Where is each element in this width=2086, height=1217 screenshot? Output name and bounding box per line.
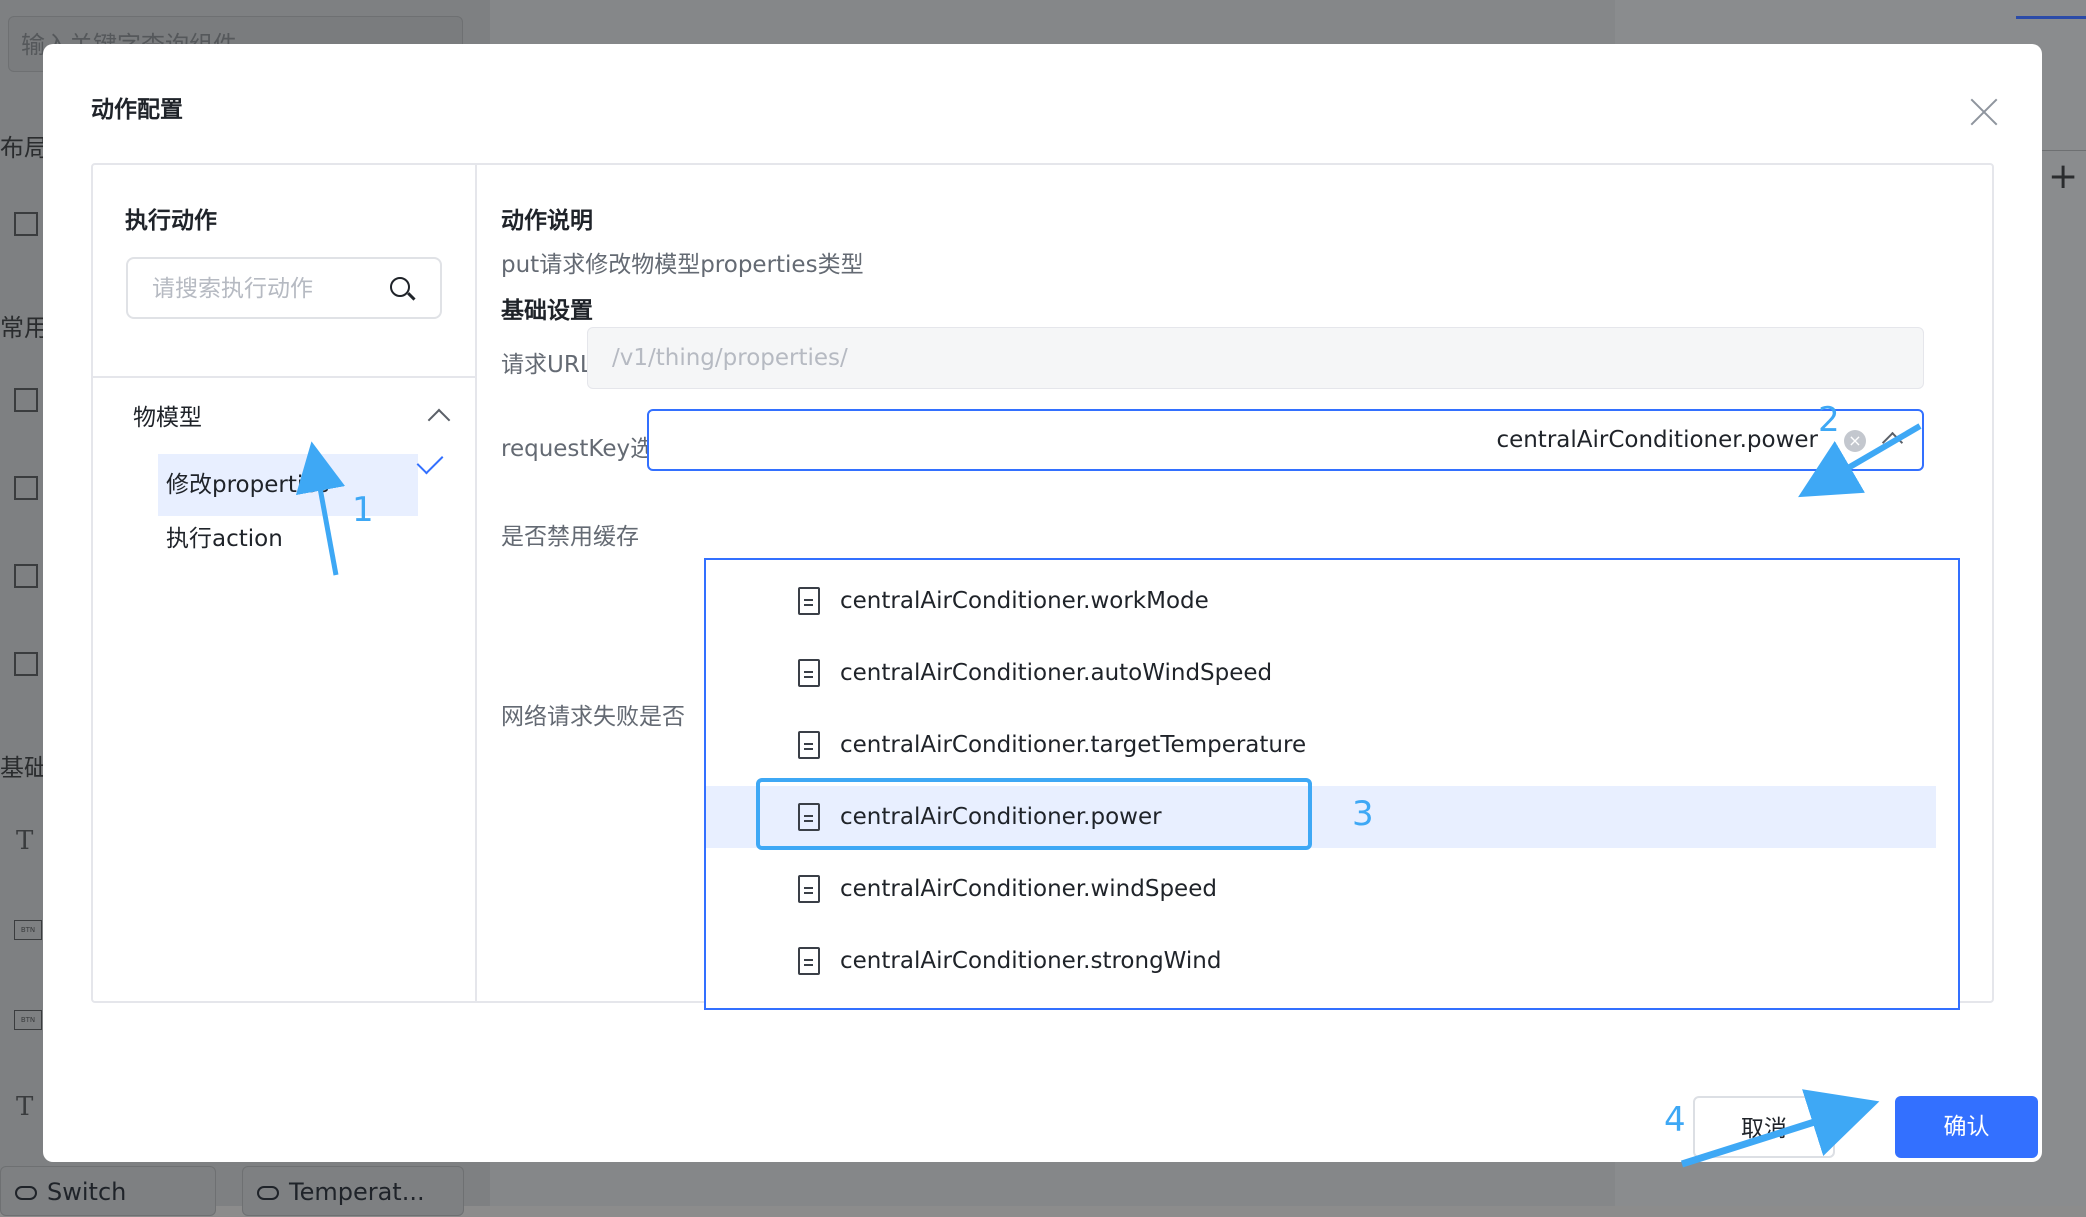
dropdown-option[interactable]: centralAirConditioner.workMode (706, 570, 1936, 632)
close-icon[interactable] (1964, 92, 2004, 132)
description-text: put请求修改物模型properties类型 (501, 252, 864, 278)
background-plus-icon: + (2048, 156, 2079, 197)
chevron-up-icon[interactable] (1881, 431, 1904, 454)
highlight-box (756, 778, 1312, 850)
action-item-modify-properties[interactable]: 修改properties (158, 454, 418, 516)
dropdown-option[interactable]: centralAirConditioner.targetTemperature (706, 714, 1936, 776)
annotation-step-4: 4 (1664, 1100, 1686, 1140)
action-list-heading: 执行动作 (125, 208, 217, 234)
cancel-button[interactable]: 取消 (1693, 1096, 1835, 1158)
background-component-icon (14, 564, 38, 588)
document-icon (798, 875, 820, 903)
request-key-select[interactable]: centralAirConditioner.power × (647, 409, 1924, 471)
confirm-button[interactable]: 确认 (1895, 1096, 2038, 1158)
document-icon (798, 587, 820, 615)
url-field[interactable]: /v1/thing/properties/ (587, 327, 1924, 389)
basic-settings-title: 基础设置 (501, 298, 593, 324)
background-text-icon: T (16, 1092, 34, 1122)
dropdown-option[interactable]: centralAirConditioner.windSpeed (706, 858, 1936, 920)
dialog-title: 动作配置 (91, 97, 183, 123)
clear-icon[interactable]: × (1844, 430, 1866, 452)
search-icon[interactable] (390, 277, 410, 297)
background-chip-switch: Switch (0, 1166, 216, 1216)
background-section-basic: 基础 (0, 754, 48, 782)
document-icon (798, 659, 820, 687)
background-text-icon: T (16, 826, 34, 856)
eye-icon (257, 1186, 279, 1200)
annotation-step-1: 1 (352, 490, 374, 530)
dropdown-option[interactable]: centralAirConditioner.autoWindSpeed (706, 642, 1936, 704)
check-icon (416, 447, 444, 475)
background-component-icon (14, 388, 38, 412)
request-key-value: centralAirConditioner.power (1496, 427, 1818, 453)
action-search-input[interactable] (150, 259, 384, 319)
divider (93, 376, 475, 378)
action-item-execute-action[interactable]: 执行action (158, 508, 418, 570)
url-label: 请求URL (501, 352, 593, 378)
background-button-icon: BTN (14, 1010, 42, 1030)
background-chip-temperature: Temperat... (242, 1166, 464, 1216)
document-icon (798, 947, 820, 975)
chevron-up-icon (427, 408, 451, 432)
group-label: 物模型 (133, 405, 202, 431)
description-title: 动作说明 (501, 208, 593, 234)
background-component-icon (14, 476, 38, 500)
group-thing-model[interactable]: 物模型 (133, 398, 463, 438)
network-fail-label: 网络请求失败是否 (501, 704, 685, 730)
annotation-step-3: 3 (1352, 794, 1374, 834)
background-component-icon (14, 652, 38, 676)
background-button-icon: BTN (14, 920, 42, 940)
action-search-box (126, 257, 442, 319)
document-icon (798, 731, 820, 759)
annotation-step-2: 2 (1818, 400, 1840, 440)
dropdown-option[interactable]: centralAirConditioner.strongWind (706, 930, 1936, 992)
background-section-layout: 布局 (0, 134, 48, 162)
disable-cache-label: 是否禁用缓存 (501, 524, 639, 550)
background-tab-indicator (2016, 16, 2086, 19)
background-component-icon (14, 212, 38, 236)
action-list-pane: 执行动作 物模型 修改properties 执行action (93, 165, 477, 1001)
toggle-icon (15, 1186, 37, 1200)
background-section-common: 常用 (0, 314, 48, 342)
